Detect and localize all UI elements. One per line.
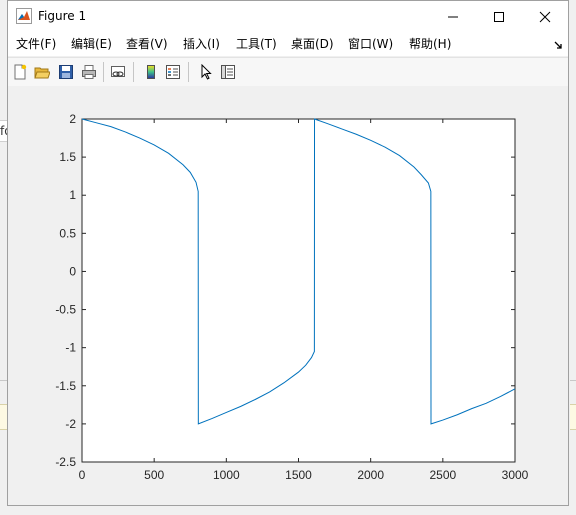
y-tick-label: 0.5: [59, 226, 76, 240]
y-tick-label: 0: [69, 264, 76, 278]
x-tick-label: 1500: [285, 468, 312, 482]
y-tick-label: -0.5: [55, 303, 76, 317]
x-tick-label: 500: [144, 468, 164, 482]
x-tick-label: 2500: [429, 468, 456, 482]
figure-canvas[interactable]: 0 500 1000 1500 2000 2500 3000 2 1.5 1 0.5 0 -0.5 -1…: [8, 86, 568, 505]
y-tick-label: 1.5: [59, 150, 76, 164]
y-tick-label: -1.5: [55, 379, 76, 393]
y-tick-label: -2.5: [55, 455, 76, 469]
x-tick-label: 1000: [213, 468, 240, 482]
x-tick-label: 2000: [357, 468, 384, 482]
plot-area[interactable]: 0 500 1000 1500 2000 2500 3000 2 1.5 1 0.5 0 -0.5 -1…: [1, 1, 576, 515]
figure-window: Figure 1 文件(F) 编辑(E) 查看(V) 插入(I) 工具(T) 桌…: [7, 0, 569, 506]
y-tick-label: -1: [65, 341, 76, 355]
x-tick-label: 0: [79, 468, 86, 482]
axes-box[interactable]: [81, 118, 516, 463]
y-tick-label: -2: [65, 417, 76, 431]
y-tick-label: 2: [69, 112, 76, 126]
x-tick-label: 3000: [502, 468, 529, 482]
y-tick-label: 1: [69, 188, 76, 202]
